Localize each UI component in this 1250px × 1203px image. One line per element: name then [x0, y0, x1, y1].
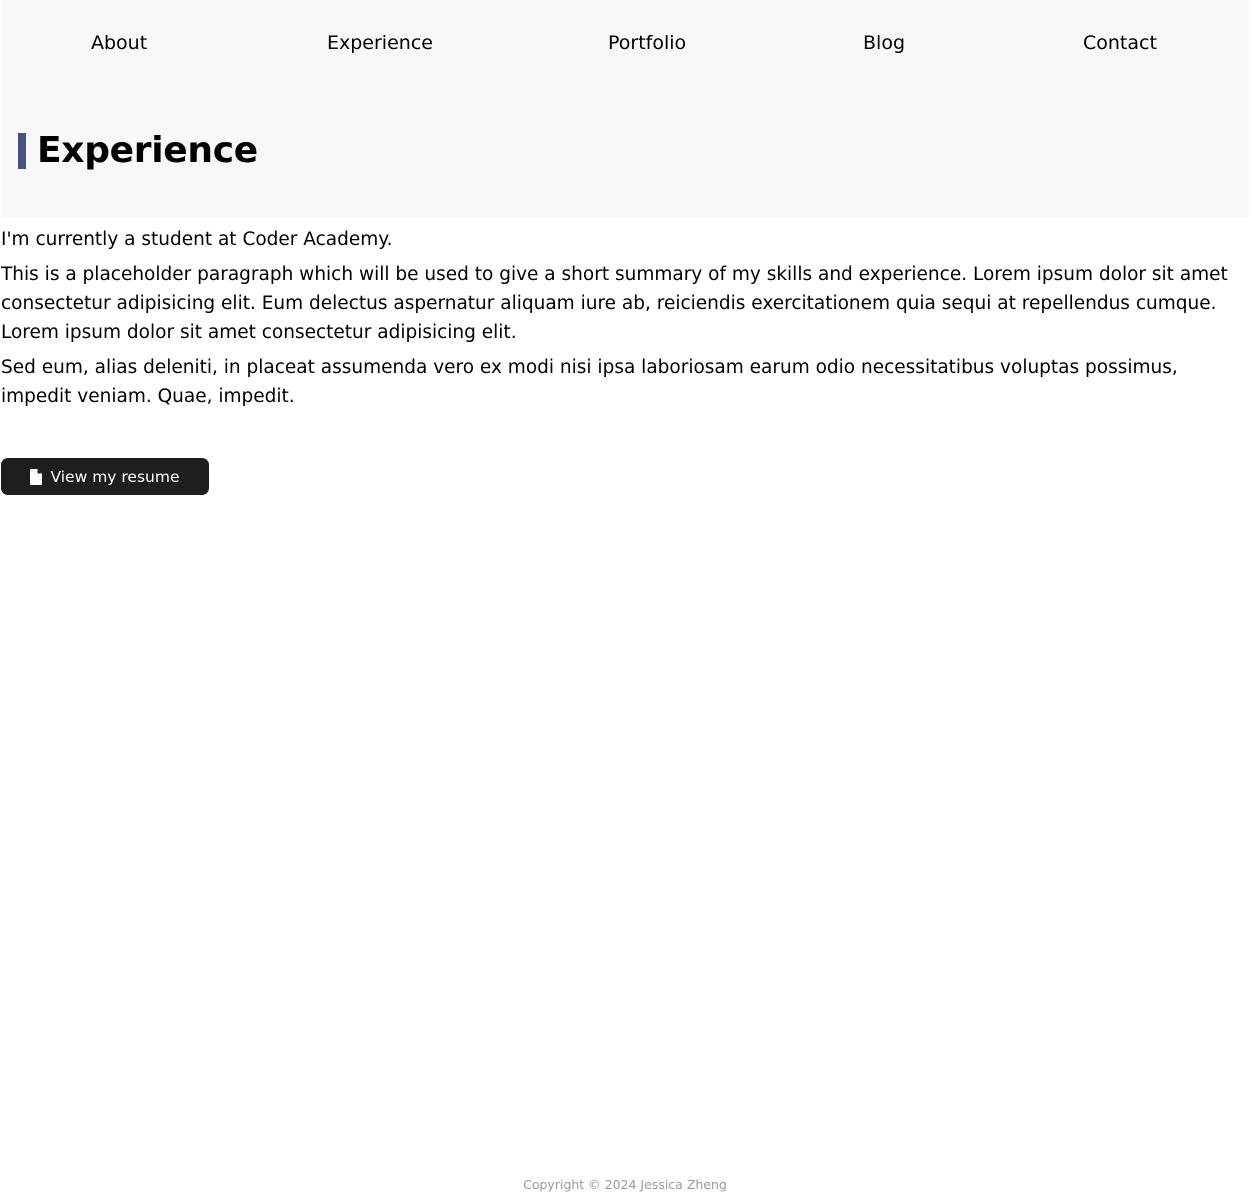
nav-about[interactable]: About [91, 31, 147, 55]
view-resume-button[interactable]: View my resume [1, 458, 209, 495]
nav-portfolio[interactable]: Portfolio [608, 31, 686, 55]
extra-paragraph: Sed eum, alias deleniti, in placeat assu… [1, 357, 1178, 407]
nav-experience[interactable]: Experience [327, 31, 433, 55]
nav-blog[interactable]: Blog [863, 31, 905, 55]
summary-paragraph: This is a placeholder paragraph which wi… [1, 264, 1228, 343]
header: About Experience Portfolio Blog Contact … [1, 0, 1249, 217]
view-resume-label: View my resume [50, 467, 180, 486]
section-heading: Experience [18, 128, 258, 174]
experience-content: I'm currently a student at Coder Academy… [1, 225, 1247, 417]
title-accent-bar [18, 133, 26, 169]
footer-copyright: Copyright © 2024 Jessica Zheng [523, 1177, 727, 1192]
intro-paragraph: I'm currently a student at Coder Academy… [1, 229, 393, 250]
page-title: Experience [37, 130, 258, 171]
file-icon [30, 468, 43, 485]
nav-contact[interactable]: Contact [1083, 31, 1157, 55]
